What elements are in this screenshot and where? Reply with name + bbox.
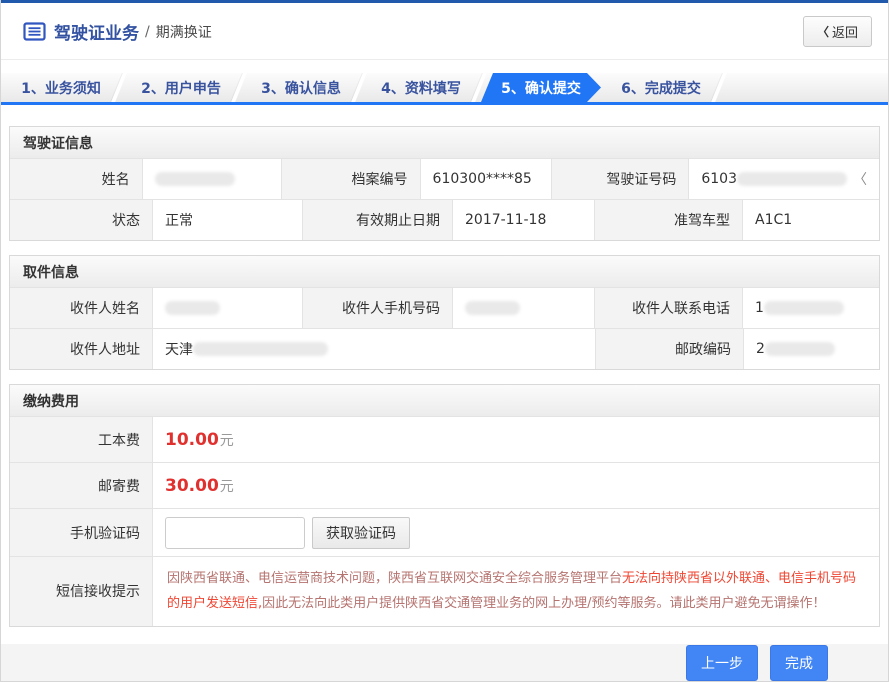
fees-section-title: 缴纳费用 — [10, 385, 879, 416]
back-button[interactable]: 〈 返回 — [803, 16, 872, 47]
table-row: 工本费 10.00 元 — [10, 416, 879, 462]
recipient-address-prefix: 天津 — [165, 339, 193, 359]
step-item-confirm-info: 3、确认信息 — [241, 73, 361, 102]
status-value: 正常 — [152, 200, 302, 240]
license-number-suffix: 〈 — [853, 169, 867, 189]
step-item-business-notice: 1、业务须知 — [1, 73, 121, 102]
recipient-address-value: 天津 — [152, 329, 595, 369]
finish-button[interactable]: 完成 — [770, 645, 828, 681]
notice-text-part1: 因陕西省联通、电信运营商技术问题，陕西省互联网交通安全综合服务管理平台 — [167, 571, 622, 586]
name-label: 姓名 — [10, 159, 142, 199]
redaction-blur — [737, 172, 847, 186]
vehicle-class-label: 准驾车型 — [594, 200, 742, 240]
production-fee-amount: 10.00 — [165, 430, 219, 450]
recipient-tel-value: 1 — [742, 288, 879, 328]
license-number-label: 驾驶证号码 — [551, 159, 688, 199]
sms-notice-text: 因陕西省联通、电信运营商技术问题，陕西省互联网交通安全综合服务管理平台无法向持陕… — [152, 557, 879, 626]
table-row: 状态 正常 有效期止日期 2017-11-18 准驾车型 A1C1 — [10, 199, 879, 240]
get-code-button[interactable]: 获取验证码 — [312, 517, 410, 549]
name-value — [142, 159, 281, 199]
file-number-value: 610300****85 — [420, 159, 552, 199]
status-label: 状态 — [10, 200, 152, 240]
sms-code-input[interactable] — [165, 517, 305, 549]
page-header: 驾驶证业务 / 期满换证 〈 返回 — [1, 3, 888, 60]
table-row: 姓名 档案编号 610300****85 驾驶证号码 6103 〈 — [10, 158, 879, 199]
redaction-blur — [155, 172, 235, 186]
postal-code-value: 2 — [743, 329, 879, 369]
license-info-section: 驾驶证信息 姓名 档案编号 610300****85 驾驶证号码 6103 〈 … — [9, 126, 880, 241]
production-fee-value: 10.00 元 — [152, 417, 879, 462]
pickup-info-section: 取件信息 收件人姓名 收件人手机号码 收件人联系电话 1 收件人地址 天津 邮政… — [9, 255, 880, 370]
step-item-complete-submit: 6、完成提交 — [601, 73, 721, 102]
footer-action-bar: 上一步 完成 — [1, 644, 888, 681]
step-progress-bar: 1、业务须知 2、用户申告 3、确认信息 4、资料填写 5、确认提交 6、完成提… — [1, 73, 888, 105]
recipient-name-value — [152, 288, 302, 328]
license-number-prefix: 6103 — [701, 171, 737, 187]
chevron-left-icon: 〈 — [817, 23, 829, 40]
redaction-blur — [764, 301, 844, 315]
table-row: 手机验证码 获取验证码 — [10, 508, 879, 556]
recipient-tel-prefix: 1 — [755, 300, 764, 316]
page-subtitle: 期满换证 — [156, 22, 212, 42]
step-item-confirm-submit-active: 5、确认提交 — [481, 73, 601, 102]
postage-fee-label: 邮寄费 — [10, 463, 152, 508]
table-row: 邮寄费 30.00 元 — [10, 462, 879, 508]
recipient-mobile-value — [452, 288, 594, 328]
page-title: 驾驶证业务 — [54, 19, 139, 44]
expiry-date-label: 有效期止日期 — [302, 200, 452, 240]
license-number-value: 6103 〈 — [688, 159, 879, 199]
recipient-mobile-label: 收件人手机号码 — [302, 288, 452, 328]
vehicle-class-value: A1C1 — [742, 200, 879, 240]
redaction-blur — [465, 301, 520, 315]
sms-code-field-cell: 获取验证码 — [152, 509, 879, 556]
breadcrumb-separator: / — [145, 24, 150, 40]
postal-code-prefix: 2 — [756, 341, 765, 357]
fees-section: 缴纳费用 工本费 10.00 元 邮寄费 30.00 元 手机验证码 — [9, 384, 880, 627]
previous-step-button[interactable]: 上一步 — [686, 645, 758, 681]
main-content: 驾驶证信息 姓名 档案编号 610300****85 驾驶证号码 6103 〈 … — [1, 105, 888, 641]
postage-fee-value: 30.00 元 — [152, 463, 879, 508]
expiry-date-value: 2017-11-18 — [452, 200, 594, 240]
sms-notice-label: 短信接收提示 — [10, 557, 152, 626]
pickup-section-title: 取件信息 — [10, 256, 879, 287]
sms-code-label: 手机验证码 — [10, 509, 152, 556]
recipient-name-label: 收件人姓名 — [10, 288, 152, 328]
table-row: 收件人姓名 收件人手机号码 收件人联系电话 1 — [10, 287, 879, 328]
redaction-blur — [165, 301, 220, 315]
postal-code-label: 邮政编码 — [595, 329, 743, 369]
file-number-label: 档案编号 — [281, 159, 420, 199]
redaction-blur — [193, 342, 328, 356]
back-button-label: 返回 — [832, 22, 858, 41]
table-row: 收件人地址 天津 邮政编码 2 — [10, 328, 879, 369]
step-item-user-declaration: 2、用户申告 — [121, 73, 241, 102]
recipient-tel-label: 收件人联系电话 — [594, 288, 742, 328]
table-row: 短信接收提示 因陕西省联通、电信运营商技术问题，陕西省互联网交通安全综合服务管理… — [10, 556, 879, 626]
postage-fee-amount: 30.00 — [165, 476, 219, 496]
redaction-blur — [765, 342, 835, 356]
license-section-title: 驾驶证信息 — [10, 127, 879, 158]
page-container: 驾驶证业务 / 期满换证 〈 返回 1、业务须知 2、用户申告 3、确认信息 4… — [0, 0, 889, 682]
notice-text-part3: 因此无法向此类用户提供陕西省交通管理业务的网上办理/预约等服务。请此类用户避免无… — [262, 596, 825, 611]
list-card-icon — [23, 22, 46, 41]
recipient-address-label: 收件人地址 — [10, 329, 152, 369]
step-item-fill-data: 4、资料填写 — [361, 73, 481, 102]
fee-unit: 元 — [220, 476, 234, 496]
production-fee-label: 工本费 — [10, 417, 152, 462]
fee-unit: 元 — [220, 430, 234, 450]
